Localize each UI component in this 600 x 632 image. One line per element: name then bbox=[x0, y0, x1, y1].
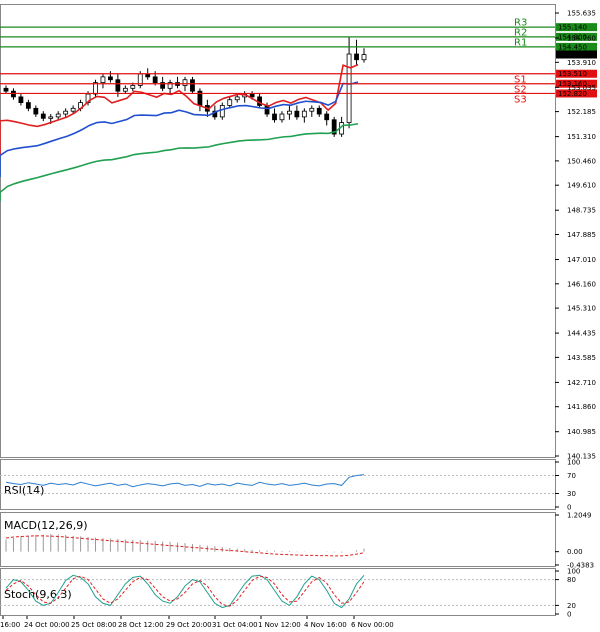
candle-up bbox=[100, 76, 106, 83]
current-price-label: 154.183 bbox=[558, 51, 587, 59]
candle-up bbox=[219, 105, 225, 118]
macd-tick-label: 0.00 bbox=[567, 548, 583, 556]
stoch-tick-label: 0 bbox=[567, 611, 571, 619]
time-tick-label: 25 Oct 08:00 bbox=[71, 621, 117, 629]
candle-down bbox=[18, 96, 24, 104]
candle-up bbox=[309, 107, 315, 112]
candle-up bbox=[130, 85, 136, 89]
rsi-tick-label: 70 bbox=[567, 472, 576, 480]
rsi-tick-label: 30 bbox=[567, 490, 576, 498]
time-tick-label: 24 Oct 00:00 bbox=[24, 621, 70, 629]
macd-tick-label: 1.2049 bbox=[567, 512, 592, 520]
candle-down bbox=[294, 110, 300, 118]
level-name: R1 bbox=[514, 37, 527, 48]
price-tick-label: 147.885 bbox=[567, 231, 596, 239]
price-tick-label: 150.460 bbox=[567, 157, 596, 165]
rsi-label: RSI(14) bbox=[4, 484, 44, 497]
price-tick-label: 141.860 bbox=[567, 403, 596, 411]
price-tick-label: 149.610 bbox=[567, 182, 596, 190]
price-tick-label: 155.635 bbox=[567, 10, 596, 18]
candle-up bbox=[63, 110, 69, 115]
candle-down bbox=[33, 107, 39, 115]
candle-down bbox=[25, 102, 31, 109]
candle-down bbox=[108, 76, 113, 81]
price-tick-label: 142.710 bbox=[567, 379, 596, 387]
level-price-label: 155.140 bbox=[558, 24, 587, 32]
candle-down bbox=[190, 79, 195, 92]
candle-up bbox=[182, 79, 188, 86]
candle-down bbox=[152, 76, 158, 83]
candle-up bbox=[361, 54, 367, 61]
price-tick-label: 153.910 bbox=[567, 59, 596, 67]
candle-down bbox=[145, 73, 151, 78]
time-tick-label: 16:00 bbox=[0, 621, 20, 629]
price-tick-label: 144.435 bbox=[567, 330, 596, 338]
candle-down bbox=[354, 53, 359, 61]
time-tick-label: 29 Oct 20:00 bbox=[166, 621, 212, 629]
price-tick-label: 147.010 bbox=[567, 256, 596, 264]
stoch-label: Stoch(9,6,3) bbox=[4, 588, 72, 601]
candle-up bbox=[301, 110, 307, 118]
candle-up bbox=[279, 113, 285, 121]
chart-canvas: R3 155.140R2 154.800R1 154.450S1153.510S215… bbox=[0, 0, 600, 632]
candle-up bbox=[287, 110, 292, 115]
price-tick-label: 152.185 bbox=[567, 108, 596, 116]
candle-up bbox=[346, 53, 352, 124]
level-name: S3 bbox=[514, 94, 527, 105]
time-tick-label: 1 Nov 12:00 bbox=[258, 621, 301, 629]
stoch-tick-label: 20 bbox=[567, 602, 576, 610]
price-tick-label: 145.310 bbox=[567, 305, 596, 313]
rsi-tick-label: 0 bbox=[567, 504, 571, 512]
price-tick-label: 140.985 bbox=[567, 428, 596, 436]
candle-down bbox=[272, 113, 277, 121]
time-tick-label: 31 Oct 04:00 bbox=[212, 621, 258, 629]
price-tick-label: 148.735 bbox=[567, 207, 596, 215]
candle-down bbox=[40, 113, 46, 119]
candle-up bbox=[122, 87, 128, 92]
price-tick-label: 146.160 bbox=[567, 280, 596, 288]
candle-down bbox=[115, 79, 121, 92]
level-price-label: 153.510 bbox=[558, 70, 587, 78]
candle-down bbox=[249, 93, 255, 98]
candle-down bbox=[324, 113, 330, 121]
price-tick-label: 153.035 bbox=[567, 84, 596, 92]
rsi-tick-label: 100 bbox=[567, 459, 580, 467]
price-tick-label: 151.310 bbox=[567, 133, 596, 141]
candle-up bbox=[48, 116, 54, 119]
candle-down bbox=[316, 107, 322, 115]
candle-up bbox=[234, 96, 240, 101]
price-tick-label: 143.585 bbox=[567, 354, 596, 362]
macd-label: MACD(12,26,9) bbox=[4, 519, 88, 532]
stoch-tick-label: 80 bbox=[567, 576, 576, 584]
candle-up bbox=[55, 113, 61, 118]
candle-down bbox=[3, 87, 9, 92]
time-tick-label: 4 Nov 16:00 bbox=[304, 621, 347, 629]
candle-up bbox=[70, 107, 76, 112]
price-tick-label: 154.760 bbox=[567, 35, 596, 43]
candle-up bbox=[227, 99, 233, 106]
stoch-tick-label: 100 bbox=[567, 568, 580, 576]
time-tick-label: 6 Nov 00:00 bbox=[351, 621, 394, 629]
time-tick-label: 28 Oct 12:00 bbox=[118, 621, 164, 629]
